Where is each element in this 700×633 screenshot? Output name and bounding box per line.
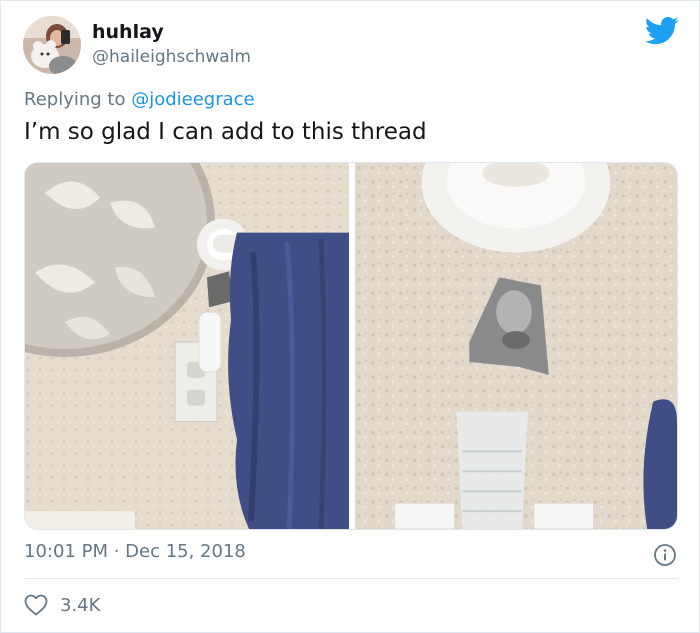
tweet-media[interactable] bbox=[24, 162, 678, 530]
tweet-date: Dec 15, 2018 bbox=[125, 541, 246, 562]
timestamp-separator: · bbox=[107, 541, 126, 562]
media-photo-left[interactable] bbox=[25, 163, 349, 529]
author-display-name[interactable]: huhlay bbox=[92, 21, 164, 43]
divider bbox=[24, 578, 678, 579]
avatar-photo bbox=[23, 16, 81, 74]
heart-icon[interactable] bbox=[24, 594, 48, 616]
tweet-card: huhlay @haileighschwalm Replying to @jod… bbox=[0, 0, 700, 633]
twitter-bird-icon[interactable] bbox=[645, 16, 679, 46]
reply-mention-link[interactable]: @jodieegrace bbox=[131, 89, 254, 110]
like-count: 3.4K bbox=[60, 594, 101, 616]
like-button[interactable]: 3.4K bbox=[24, 594, 100, 616]
tweet-timestamp[interactable]: 10:01 PM · Dec 15, 2018 bbox=[24, 541, 246, 562]
avatar[interactable] bbox=[23, 16, 81, 74]
bathroom-towel-photo bbox=[25, 163, 349, 529]
wall-cutout-photo bbox=[355, 163, 677, 529]
info-icon[interactable] bbox=[653, 543, 677, 567]
replying-to: Replying to @jodieegrace bbox=[24, 89, 255, 110]
tweet-time: 10:01 PM bbox=[24, 541, 108, 562]
reply-prefix: Replying to bbox=[24, 89, 126, 110]
author-handle[interactable]: @haileighschwalm bbox=[92, 47, 251, 67]
media-photo-right[interactable] bbox=[355, 163, 677, 529]
tweet-text: I’m so glad I can add to this thread bbox=[24, 119, 427, 145]
